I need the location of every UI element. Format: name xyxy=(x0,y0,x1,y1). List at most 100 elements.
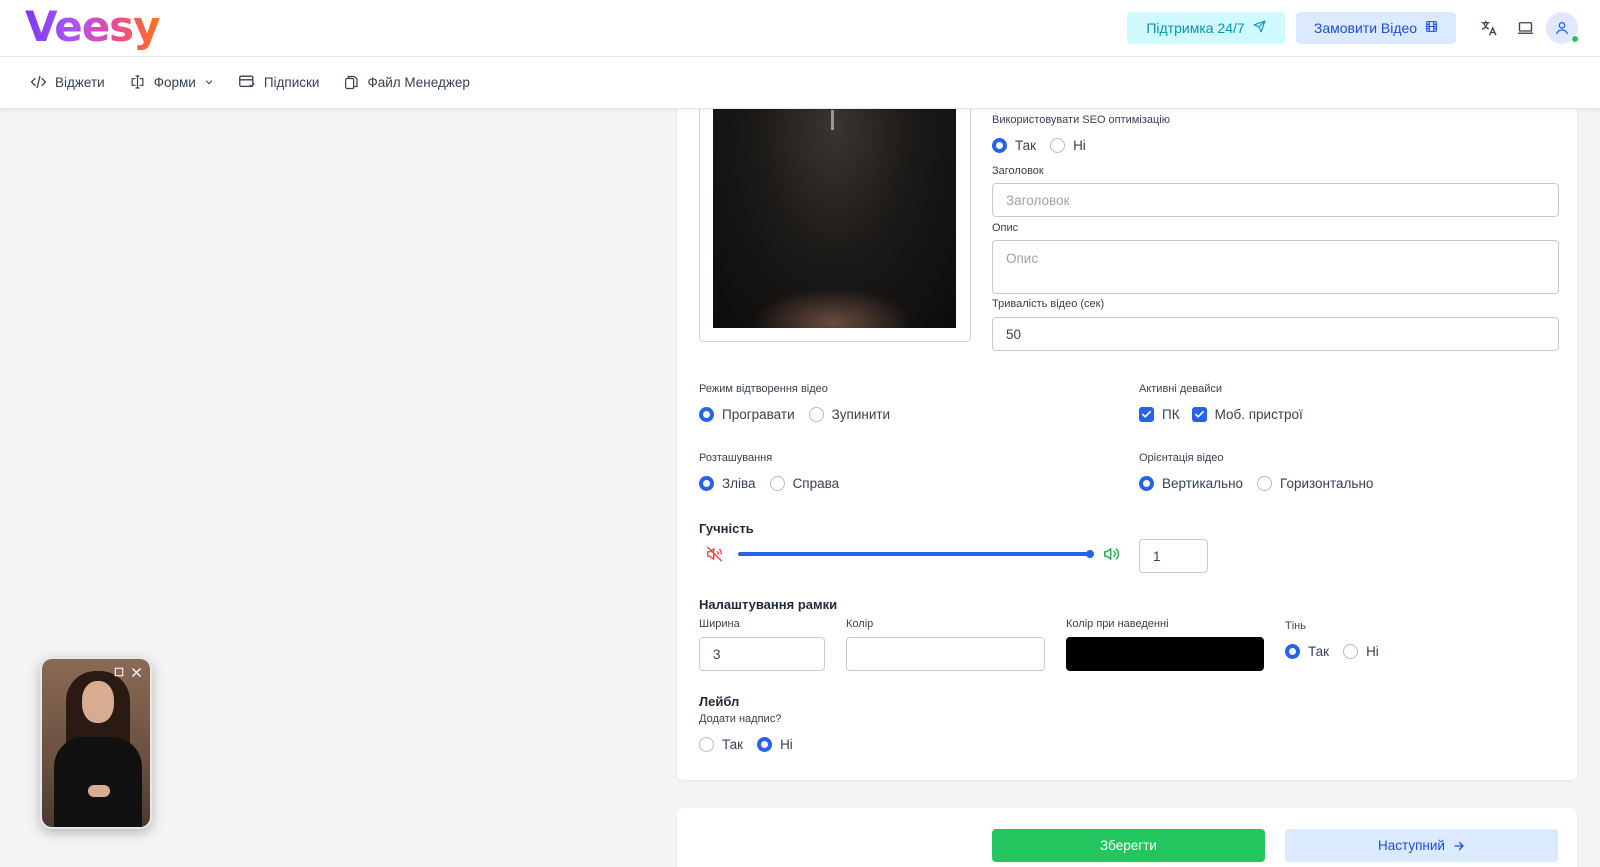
nav-widgets[interactable]: Віджети xyxy=(30,75,105,90)
main-nav: Віджети Форми Підписки Файл Менеджер xyxy=(30,72,470,92)
user-icon xyxy=(1556,22,1568,35)
presenter-face xyxy=(82,681,114,723)
shadow-yes-option[interactable]: Так xyxy=(1285,643,1330,659)
position-right-label: Справа xyxy=(792,475,840,491)
video-highlight xyxy=(831,110,834,130)
card-icon xyxy=(238,75,255,88)
playback-play-option[interactable]: Програвати xyxy=(699,406,795,422)
code-icon xyxy=(30,75,47,89)
nav-subscriptions-label: Підписки xyxy=(263,74,320,90)
frame-title: Налаштування рамки xyxy=(699,597,838,612)
support-button[interactable]: Підтримка 24/7 xyxy=(1127,12,1285,44)
device-mobile-option[interactable]: Моб. пристрої xyxy=(1191,406,1303,422)
label-yes-radio[interactable] xyxy=(699,736,714,752)
position-label: Розташування xyxy=(699,452,773,464)
device-mobile-checkbox[interactable] xyxy=(1191,406,1207,422)
online-status-dot xyxy=(1571,35,1579,43)
shadow-no-option[interactable]: Ні xyxy=(1343,643,1379,659)
film-icon xyxy=(1425,20,1438,36)
nav-file-manager-label: Файл Менеджер xyxy=(367,74,470,90)
label-question: Додати надпис? xyxy=(699,713,782,725)
position-left-option[interactable]: Зліва xyxy=(699,475,756,491)
volume-input[interactable]: 1 xyxy=(1139,539,1208,573)
position-right-radio[interactable] xyxy=(769,475,785,491)
volume-slider-thumb[interactable] xyxy=(1086,550,1094,558)
seo-no-label: Ні xyxy=(1073,137,1086,153)
volume-up-icon[interactable] xyxy=(1102,545,1121,566)
seo-yes-option[interactable]: Так xyxy=(992,137,1036,153)
laptop-icon[interactable] xyxy=(1514,17,1536,39)
device-pc-label: ПК xyxy=(1162,406,1180,422)
orientation-vertical-radio[interactable] xyxy=(1139,475,1154,491)
position-radio-group: Зліва Справа xyxy=(699,474,839,492)
label-no-radio[interactable] xyxy=(757,736,773,752)
translate-icon[interactable] xyxy=(1478,17,1500,39)
nav-widgets-label: Віджети xyxy=(55,74,105,90)
telegram-icon xyxy=(1253,20,1266,36)
nav-subscriptions[interactable]: Підписки xyxy=(238,74,320,90)
orientation-radio-group: Вертикально Горизонтально xyxy=(1139,474,1373,492)
veesy-logo[interactable]: Veesy xyxy=(25,2,161,51)
frame-width-label: Ширина xyxy=(699,618,740,630)
frame-color-input[interactable] xyxy=(846,637,1045,671)
playback-play-radio[interactable] xyxy=(699,406,714,422)
playback-stop-option[interactable]: Зупинити xyxy=(808,406,891,422)
orientation-horizontal-label: Горизонтально xyxy=(1280,475,1374,491)
nav-forms-label: Форми xyxy=(153,74,196,90)
chevron-down-icon xyxy=(205,80,213,85)
presenter-body xyxy=(54,737,142,827)
seo-label: Використовувати SEO оптимізацію xyxy=(992,114,1170,126)
presenter-hands xyxy=(88,785,110,797)
label-yes-label: Так xyxy=(722,736,744,752)
label-yes-option[interactable]: Так xyxy=(699,736,744,752)
device-mobile-label: Моб. пристрої xyxy=(1214,406,1303,422)
playback-label: Режим відтворення відео xyxy=(699,383,828,395)
app-header: Veesy Підтримка 24/7 Замовити Відео Відж… xyxy=(0,0,1600,109)
orientation-label: Орієнтація відео xyxy=(1139,452,1224,464)
check-icon xyxy=(1194,410,1204,418)
save-button-label: Зберегти xyxy=(1100,838,1157,853)
save-button[interactable]: Зберегти xyxy=(992,829,1265,862)
seo-yes-radio[interactable] xyxy=(992,137,1007,153)
seo-no-option[interactable]: Ні xyxy=(1050,137,1086,153)
next-button[interactable]: Наступний xyxy=(1285,829,1558,862)
playback-stop-radio[interactable] xyxy=(808,406,824,422)
duration-input[interactable]: 50 xyxy=(992,317,1559,351)
label-no-option[interactable]: Ні xyxy=(757,736,793,752)
label-radio-group: Так Ні xyxy=(699,735,793,753)
expand-icon[interactable] xyxy=(112,665,126,679)
order-video-button[interactable]: Замовити Відео xyxy=(1296,12,1456,44)
device-pc-option[interactable]: ПК xyxy=(1139,406,1180,422)
description-textarea[interactable]: Опис xyxy=(992,240,1559,294)
orientation-vertical-option[interactable]: Вертикально xyxy=(1139,475,1244,491)
label-section-title: Лейбл xyxy=(699,694,740,709)
device-pc-checkbox[interactable] xyxy=(1139,406,1154,422)
position-left-radio[interactable] xyxy=(699,475,714,491)
position-right-option[interactable]: Справа xyxy=(769,475,840,491)
frame-shadow-radio-group: Так Ні xyxy=(1285,642,1379,660)
playback-stop-label: Зупинити xyxy=(831,406,891,422)
duration-label: Тривалість відео (сек) xyxy=(992,298,1105,310)
orientation-horizontal-option[interactable]: Горизонтально xyxy=(1257,475,1374,491)
orientation-horizontal-radio[interactable] xyxy=(1257,475,1273,491)
volume-mute-icon[interactable] xyxy=(705,545,724,566)
user-avatar[interactable] xyxy=(1546,12,1579,44)
frame-hover-color-label: Колір при наведенні xyxy=(1066,618,1169,630)
frame-hover-color-swatch[interactable] xyxy=(1066,637,1264,671)
frame-width-input[interactable]: 3 xyxy=(699,637,825,671)
form-icon xyxy=(131,75,144,89)
shadow-yes-label: Так xyxy=(1308,643,1330,659)
video-glow xyxy=(753,288,913,328)
floating-video-widget[interactable] xyxy=(40,657,152,829)
seo-no-radio[interactable] xyxy=(1050,137,1066,153)
nav-forms[interactable]: Форми xyxy=(129,74,214,90)
seo-radio-group: Так Ні xyxy=(992,136,1086,154)
close-icon[interactable] xyxy=(129,665,143,679)
nav-file-manager[interactable]: Файл Менеджер xyxy=(343,74,470,91)
title-input[interactable]: Заголовок xyxy=(992,183,1559,217)
orientation-vertical-label: Вертикально xyxy=(1162,475,1244,491)
volume-slider-track[interactable] xyxy=(738,552,1092,556)
label-no-label: Ні xyxy=(780,736,793,752)
shadow-no-radio[interactable] xyxy=(1343,643,1359,659)
shadow-yes-radio[interactable] xyxy=(1285,643,1300,659)
